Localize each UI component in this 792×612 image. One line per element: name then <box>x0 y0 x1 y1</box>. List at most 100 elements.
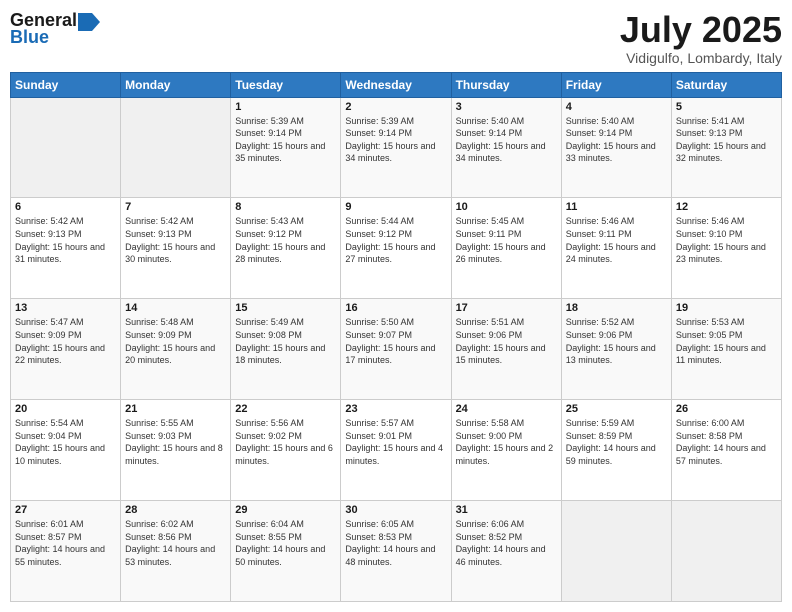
day-number: 4 <box>566 101 667 113</box>
table-row: 29 Sunrise: 6:04 AMSunset: 8:55 PMDayligh… <box>231 501 341 602</box>
day-info: Sunrise: 5:45 AMSunset: 9:11 PMDaylight:… <box>456 215 557 265</box>
day-number: 15 <box>235 302 336 314</box>
table-row: 5 Sunrise: 5:41 AMSunset: 9:13 PMDaylight… <box>671 97 781 198</box>
col-sunday: Sunday <box>11 72 121 97</box>
day-number: 1 <box>235 101 336 113</box>
calendar-table: Sunday Monday Tuesday Wednesday Thursday… <box>10 72 782 602</box>
day-info: Sunrise: 6:01 AMSunset: 8:57 PMDaylight:… <box>15 518 116 568</box>
table-row: 6 Sunrise: 5:42 AMSunset: 9:13 PMDaylight… <box>11 198 121 299</box>
logo-arrow-icon <box>78 13 100 31</box>
table-row: 24 Sunrise: 5:58 AMSunset: 9:00 PMDayligh… <box>451 400 561 501</box>
day-number: 30 <box>345 504 446 516</box>
table-row: 26 Sunrise: 6:00 AMSunset: 8:58 PMDayligh… <box>671 400 781 501</box>
table-row: 4 Sunrise: 5:40 AMSunset: 9:14 PMDaylight… <box>561 97 671 198</box>
day-number: 16 <box>345 302 446 314</box>
logo: General Blue <box>10 10 100 48</box>
day-number: 13 <box>15 302 116 314</box>
table-row: 11 Sunrise: 5:46 AMSunset: 9:11 PMDayligh… <box>561 198 671 299</box>
day-number: 24 <box>456 403 557 415</box>
day-info: Sunrise: 5:39 AMSunset: 9:14 PMDaylight:… <box>345 115 446 165</box>
day-number: 5 <box>676 101 777 113</box>
day-info: Sunrise: 5:46 AMSunset: 9:10 PMDaylight:… <box>676 215 777 265</box>
day-number: 31 <box>456 504 557 516</box>
day-info: Sunrise: 5:57 AMSunset: 9:01 PMDaylight:… <box>345 417 446 467</box>
table-row <box>561 501 671 602</box>
day-info: Sunrise: 5:52 AMSunset: 9:06 PMDaylight:… <box>566 316 667 366</box>
day-info: Sunrise: 5:40 AMSunset: 9:14 PMDaylight:… <box>566 115 667 165</box>
day-info: Sunrise: 5:41 AMSunset: 9:13 PMDaylight:… <box>676 115 777 165</box>
table-row: 23 Sunrise: 5:57 AMSunset: 9:01 PMDayligh… <box>341 400 451 501</box>
table-row: 9 Sunrise: 5:44 AMSunset: 9:12 PMDaylight… <box>341 198 451 299</box>
day-number: 9 <box>345 201 446 213</box>
day-number: 21 <box>125 403 226 415</box>
day-number: 2 <box>345 101 446 113</box>
day-info: Sunrise: 6:04 AMSunset: 8:55 PMDaylight:… <box>235 518 336 568</box>
day-info: Sunrise: 6:00 AMSunset: 8:58 PMDaylight:… <box>676 417 777 467</box>
day-info: Sunrise: 5:42 AMSunset: 9:13 PMDaylight:… <box>15 215 116 265</box>
table-row: 1Sunrise: 5:39 AMSunset: 9:14 PMDaylight… <box>231 97 341 198</box>
day-info: Sunrise: 5:46 AMSunset: 9:11 PMDaylight:… <box>566 215 667 265</box>
col-tuesday: Tuesday <box>231 72 341 97</box>
day-number: 17 <box>456 302 557 314</box>
day-info: Sunrise: 6:06 AMSunset: 8:52 PMDaylight:… <box>456 518 557 568</box>
day-number: 6 <box>15 201 116 213</box>
day-number: 12 <box>676 201 777 213</box>
calendar-header-row: Sunday Monday Tuesday Wednesday Thursday… <box>11 72 782 97</box>
day-info: Sunrise: 5:44 AMSunset: 9:12 PMDaylight:… <box>345 215 446 265</box>
table-row: 10 Sunrise: 5:45 AMSunset: 9:11 PMDayligh… <box>451 198 561 299</box>
table-row: 15 Sunrise: 5:49 AMSunset: 9:08 PMDayligh… <box>231 299 341 400</box>
day-number: 26 <box>676 403 777 415</box>
table-row: 13 Sunrise: 5:47 AMSunset: 9:09 PMDayligh… <box>11 299 121 400</box>
location: Vidigulfo, Lombardy, Italy <box>620 50 782 66</box>
day-info: Sunrise: 5:53 AMSunset: 9:05 PMDaylight:… <box>676 316 777 366</box>
day-info: Sunrise: 5:43 AMSunset: 9:12 PMDaylight:… <box>235 215 336 265</box>
col-saturday: Saturday <box>671 72 781 97</box>
day-number: 23 <box>345 403 446 415</box>
table-row: 27Sunrise: 6:01 AMSunset: 8:57 PMDayligh… <box>11 501 121 602</box>
table-row: 31 Sunrise: 6:06 AMSunset: 8:52 PMDayligh… <box>451 501 561 602</box>
table-row: 25Sunrise: 5:59 AMSunset: 8:59 PMDayligh… <box>561 400 671 501</box>
col-friday: Friday <box>561 72 671 97</box>
table-row: 19 Sunrise: 5:53 AMSunset: 9:05 PMDayligh… <box>671 299 781 400</box>
table-row: 18 Sunrise: 5:52 AMSunset: 9:06 PMDayligh… <box>561 299 671 400</box>
day-info: Sunrise: 5:55 AMSunset: 9:03 PMDaylight:… <box>125 417 226 467</box>
day-number: 11 <box>566 201 667 213</box>
day-number: 10 <box>456 201 557 213</box>
day-number: 18 <box>566 302 667 314</box>
title-area: July 2025 Vidigulfo, Lombardy, Italy <box>620 10 782 66</box>
day-info: Sunrise: 5:49 AMSunset: 9:08 PMDaylight:… <box>235 316 336 366</box>
day-number: 20 <box>15 403 116 415</box>
day-number: 22 <box>235 403 336 415</box>
table-row: 3Sunrise: 5:40 AMSunset: 9:14 PMDaylight… <box>451 97 561 198</box>
day-number: 19 <box>676 302 777 314</box>
day-info: Sunrise: 5:54 AMSunset: 9:04 PMDaylight:… <box>15 417 116 467</box>
day-info: Sunrise: 5:58 AMSunset: 9:00 PMDaylight:… <box>456 417 557 467</box>
day-number: 29 <box>235 504 336 516</box>
table-row: 2 Sunrise: 5:39 AMSunset: 9:14 PMDaylight… <box>341 97 451 198</box>
table-row: 14Sunrise: 5:48 AMSunset: 9:09 PMDayligh… <box>121 299 231 400</box>
table-row: 17 Sunrise: 5:51 AMSunset: 9:06 PMDayligh… <box>451 299 561 400</box>
col-monday: Monday <box>121 72 231 97</box>
table-row: 30Sunrise: 6:05 AMSunset: 8:53 PMDayligh… <box>341 501 451 602</box>
calendar-week-row: 20 Sunrise: 5:54 AMSunset: 9:04 PMDayligh… <box>11 400 782 501</box>
calendar-week-row: 13 Sunrise: 5:47 AMSunset: 9:09 PMDayligh… <box>11 299 782 400</box>
day-info: Sunrise: 5:59 AMSunset: 8:59 PMDaylight:… <box>566 417 667 467</box>
day-info: Sunrise: 5:51 AMSunset: 9:06 PMDaylight:… <box>456 316 557 366</box>
logo-blue-text: Blue <box>10 27 49 48</box>
table-row: 8 Sunrise: 5:43 AMSunset: 9:12 PMDaylight… <box>231 198 341 299</box>
day-number: 7 <box>125 201 226 213</box>
calendar-week-row: 1 Sunrise: 5:39 AMSunset: 9:14 PMDaylight… <box>11 97 782 198</box>
table-row <box>121 97 231 198</box>
day-number: 28 <box>125 504 226 516</box>
table-row: 20 Sunrise: 5:54 AMSunset: 9:04 PMDayligh… <box>11 400 121 501</box>
day-info: Sunrise: 5:56 AMSunset: 9:02 PMDaylight:… <box>235 417 336 467</box>
table-row: 22 Sunrise: 5:56 AMSunset: 9:02 PMDayligh… <box>231 400 341 501</box>
page: General Blue July 2025 Vidigulfo, Lombar… <box>0 0 792 612</box>
day-number: 14 <box>125 302 226 314</box>
day-info: Sunrise: 5:50 AMSunset: 9:07 PMDaylight:… <box>345 316 446 366</box>
header: General Blue July 2025 Vidigulfo, Lombar… <box>10 10 782 66</box>
table-row <box>671 501 781 602</box>
day-number: 8 <box>235 201 336 213</box>
table-row: 7Sunrise: 5:42 AMSunset: 9:13 PMDaylight… <box>121 198 231 299</box>
day-info: Sunrise: 5:47 AMSunset: 9:09 PMDaylight:… <box>15 316 116 366</box>
